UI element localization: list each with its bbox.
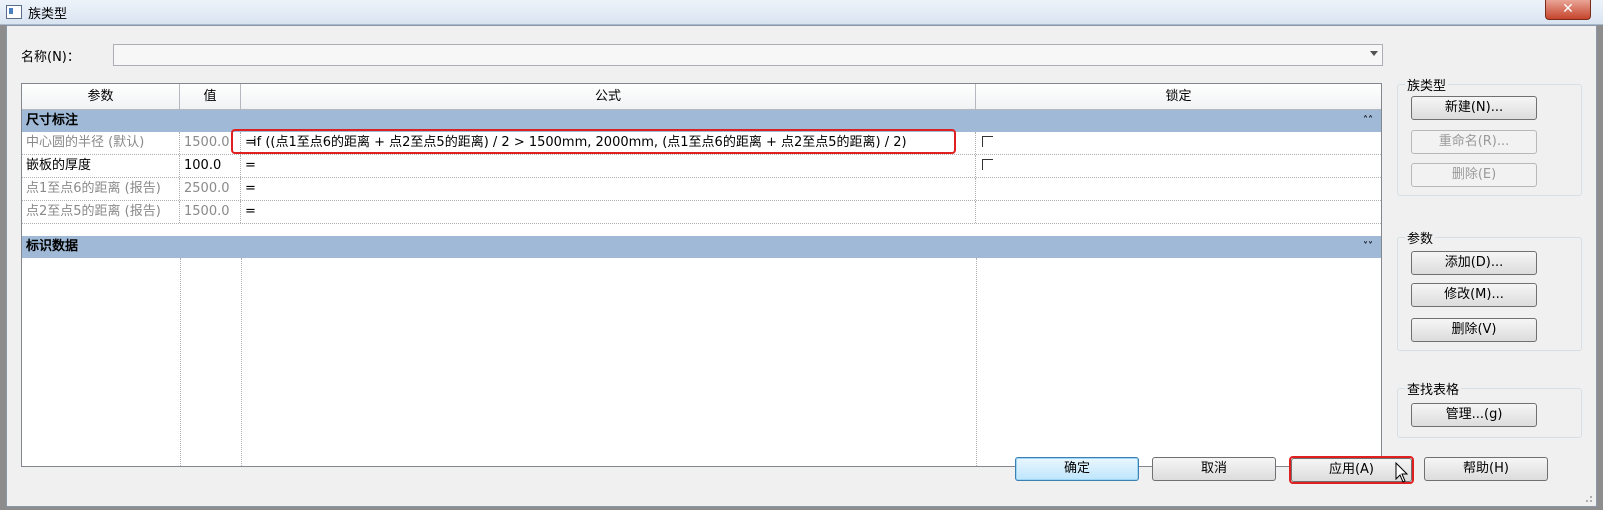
name-combobox[interactable] [113, 44, 1383, 66]
manage-lookup-button[interactable]: 管理...(g) [1411, 403, 1537, 427]
parameters-title: 参数 [1405, 228, 1436, 247]
table-row[interactable]: 点2至点5的距离 (报告) 1500.0 = [22, 201, 1381, 224]
mouse-cursor-icon [1395, 462, 1409, 483]
param-value: 2500.0 [180, 178, 241, 200]
lock-cell [976, 155, 1381, 177]
window-title: 族类型 [28, 7, 68, 22]
param-name: 点1至点6的距离 (报告) [22, 178, 180, 200]
dialog-client: 名称(N)： 参数 值 公式 锁定 尺寸标注 ˄˄ 中心圆的半径 (默认) 15… [6, 25, 1597, 507]
parameter-table: 参数 值 公式 锁定 尺寸标注 ˄˄ 中心圆的半径 (默认) 1500.0 = … [21, 83, 1382, 467]
chevron-down-icon[interactable] [1370, 51, 1378, 56]
window-icon [6, 5, 22, 19]
formula-equals: = [245, 204, 256, 219]
formula-highlight [231, 129, 956, 154]
new-type-button[interactable]: 新建(N)... [1411, 96, 1537, 120]
formula-cell[interactable]: = [241, 178, 976, 200]
header-param[interactable]: 参数 [22, 84, 180, 109]
lock-checkbox[interactable] [982, 159, 993, 170]
lock-cell [976, 201, 1381, 223]
modify-parameter-button[interactable]: 修改(M)... [1411, 283, 1537, 307]
lock-cell [976, 132, 1381, 154]
title-bar: 族类型 ✕ [0, 0, 1603, 25]
table-row[interactable]: 中心圆的半径 (默认) 1500.0 = if ((点1至点6的距离 + 点2至… [22, 129, 1381, 155]
header-lock[interactable]: 锁定 [976, 84, 1381, 109]
help-button[interactable]: 帮助(H) [1424, 457, 1548, 481]
group-label: 标识数据 [26, 239, 79, 254]
header-formula[interactable]: 公式 [241, 84, 976, 109]
formula-cell[interactable]: = if ((点1至点6的距离 + 点2至点5的距离) / 2 > 1500mm… [231, 129, 976, 154]
param-name: 中心圆的半径 (默认) [22, 132, 180, 154]
formula-equals: = [245, 181, 256, 196]
column-divider [241, 258, 242, 466]
resize-grip-icon[interactable] [1583, 493, 1593, 503]
column-divider [180, 258, 181, 466]
formula-equals: = [245, 158, 256, 173]
formula-cell[interactable]: = [241, 201, 976, 223]
param-name: 嵌板的厚度 [22, 155, 180, 177]
delete-parameter-button[interactable]: 删除(V) [1411, 318, 1537, 342]
name-label: 名称(N)： [21, 50, 80, 65]
add-parameter-button[interactable]: 添加(D)... [1411, 251, 1537, 275]
param-name: 点2至点5的距离 (报告) [22, 201, 180, 223]
ok-button[interactable]: 确定 [1015, 457, 1139, 481]
column-divider [976, 258, 977, 466]
close-button[interactable]: ✕ [1545, 0, 1591, 20]
group-identity-data[interactable]: 标识数据 ˅˅ [22, 236, 1381, 258]
group-label: 尺寸标注 [26, 113, 79, 128]
param-value: 1500.0 [180, 201, 241, 223]
family-types-title: 族类型 [1405, 75, 1449, 94]
rename-type-button[interactable]: 重命名(R)... [1411, 130, 1537, 154]
chevron-up-icon[interactable]: ˄˄ [1363, 110, 1373, 132]
lookup-tables-title: 查找表格 [1405, 379, 1462, 398]
table-header: 参数 值 公式 锁定 [22, 84, 1381, 110]
table-row[interactable]: 点1至点6的距离 (报告) 2500.0 = [22, 178, 1381, 201]
formula-cell[interactable]: = [241, 155, 976, 177]
cancel-button[interactable]: 取消 [1152, 457, 1276, 481]
chevron-down-icon[interactable]: ˅˅ [1363, 236, 1373, 258]
delete-type-button[interactable]: 删除(E) [1411, 163, 1537, 187]
lock-cell [976, 178, 1381, 200]
table-row[interactable]: 嵌板的厚度 100.0 = [22, 155, 1381, 178]
lock-checkbox[interactable] [982, 136, 993, 147]
param-value[interactable]: 100.0 [180, 155, 241, 177]
header-value[interactable]: 值 [180, 84, 241, 109]
